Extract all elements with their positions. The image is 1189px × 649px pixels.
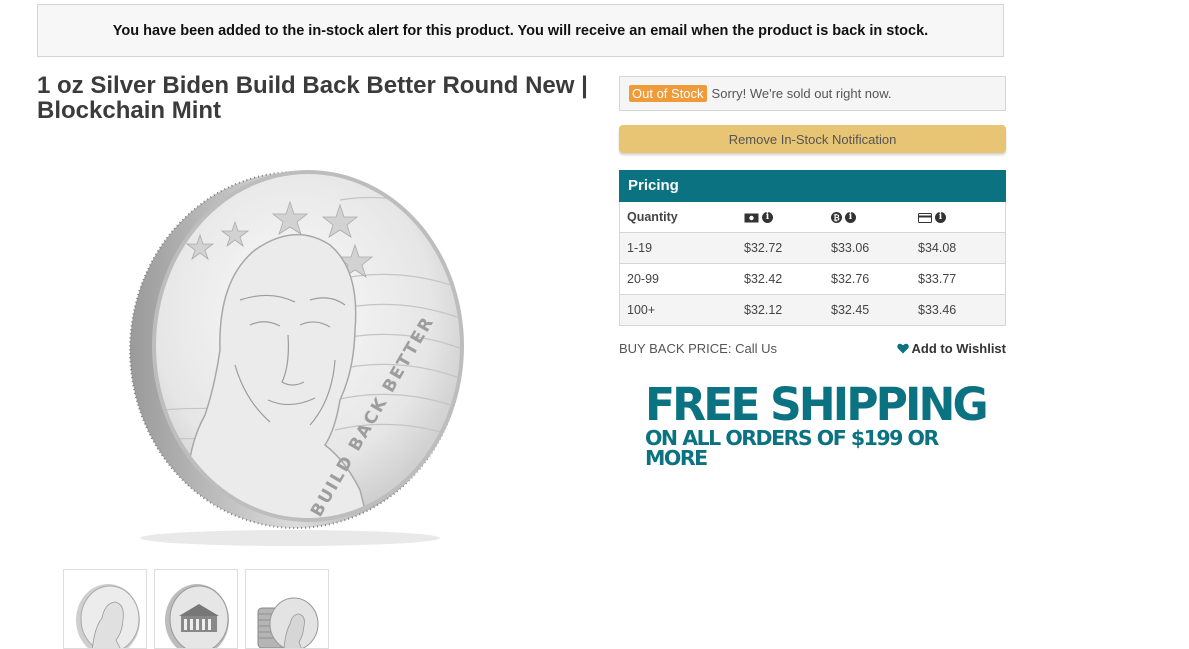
thumbnail-gallery	[63, 569, 329, 649]
product-image[interactable]: BUILD BACK BETTER	[120, 160, 480, 552]
credit-card-icon	[918, 212, 932, 223]
stock-message: Sorry! We're sold out right now.	[711, 86, 892, 101]
crypto-price-cell: $32.45	[824, 294, 911, 326]
quantity-cell: 20-99	[619, 263, 737, 295]
crypto-price-cell: $33.06	[824, 232, 911, 264]
card-price-cell: $33.46	[911, 294, 1006, 326]
free-shipping-banner[interactable]: FREE SHIPPING ON ALL ORDERS OF $199 OR M…	[645, 378, 995, 470]
wishlist-label: Add to Wishlist	[911, 341, 1007, 356]
quantity-cell: 1-19	[619, 232, 737, 264]
free-shipping-subline: ON ALL ORDERS OF $199 OR MORE	[645, 426, 939, 470]
thumbnail-stack[interactable]	[245, 569, 329, 649]
price-grid: Quantity i ₿ i i 1-19 $32.72 $33.06 $34.…	[619, 202, 1006, 326]
crypto-icon: ₿	[831, 212, 842, 224]
thumbnail-obverse[interactable]	[63, 569, 147, 649]
alert-text: You have been added to the in-stock aler…	[112, 22, 929, 39]
quantity-header: Quantity	[619, 202, 737, 233]
card-price-cell: $33.77	[911, 263, 1006, 295]
quantity-cell: 100+	[619, 294, 737, 326]
cash-price-cell: $32.42	[737, 263, 824, 295]
remove-in-stock-notification-button[interactable]: Remove In-Stock Notification	[619, 125, 1006, 153]
card-price-cell: $34.08	[911, 232, 1006, 264]
pricing-table: Pricing Quantity i ₿ i i 1-19 $32.72 $33…	[619, 170, 1006, 326]
table-row: 20-99 $32.42 $32.76 $33.77	[619, 263, 1006, 295]
thumbnail-reverse[interactable]	[154, 569, 238, 649]
info-icon[interactable]: i	[845, 212, 856, 224]
table-row: 1-19 $32.72 $33.06 $34.08	[619, 232, 1006, 264]
info-icon[interactable]: i	[762, 212, 773, 224]
in-stock-alert-message: You have been added to the in-stock aler…	[37, 4, 1004, 57]
cash-price-cell: $32.72	[737, 232, 824, 264]
coin-thumb-icon	[76, 584, 140, 648]
heart-icon	[896, 343, 909, 354]
cash-price-header: i	[737, 202, 824, 233]
coin-thumb-icon	[257, 597, 319, 648]
out-of-stock-badge: Out of Stock	[629, 85, 707, 102]
svg-text:₿: ₿	[833, 214, 840, 223]
product-title: 1 oz Silver Biden Build Back Better Roun…	[37, 72, 588, 124]
crypto-price-cell: $32.76	[824, 263, 911, 295]
crypto-price-header: ₿ i	[824, 202, 911, 233]
info-icon[interactable]: i	[935, 212, 946, 224]
pricing-heading: Pricing	[619, 170, 1006, 202]
buy-back-price: BUY BACK PRICE: Call Us	[619, 341, 777, 356]
coin-image: BUILD BACK BETTER	[129, 170, 464, 546]
coin-thumb-icon	[165, 584, 229, 648]
table-row: 100+ $32.12 $32.45 $33.46	[619, 294, 1006, 326]
add-to-wishlist-link[interactable]: Add to Wishlist	[896, 341, 1007, 356]
stock-status: Out of Stock Sorry! We're sold out right…	[619, 76, 1006, 111]
card-price-header: i	[911, 202, 1006, 233]
cash-icon	[744, 213, 759, 223]
cash-price-cell: $32.12	[737, 294, 824, 326]
free-shipping-headline: FREE SHIPPING	[645, 378, 989, 431]
